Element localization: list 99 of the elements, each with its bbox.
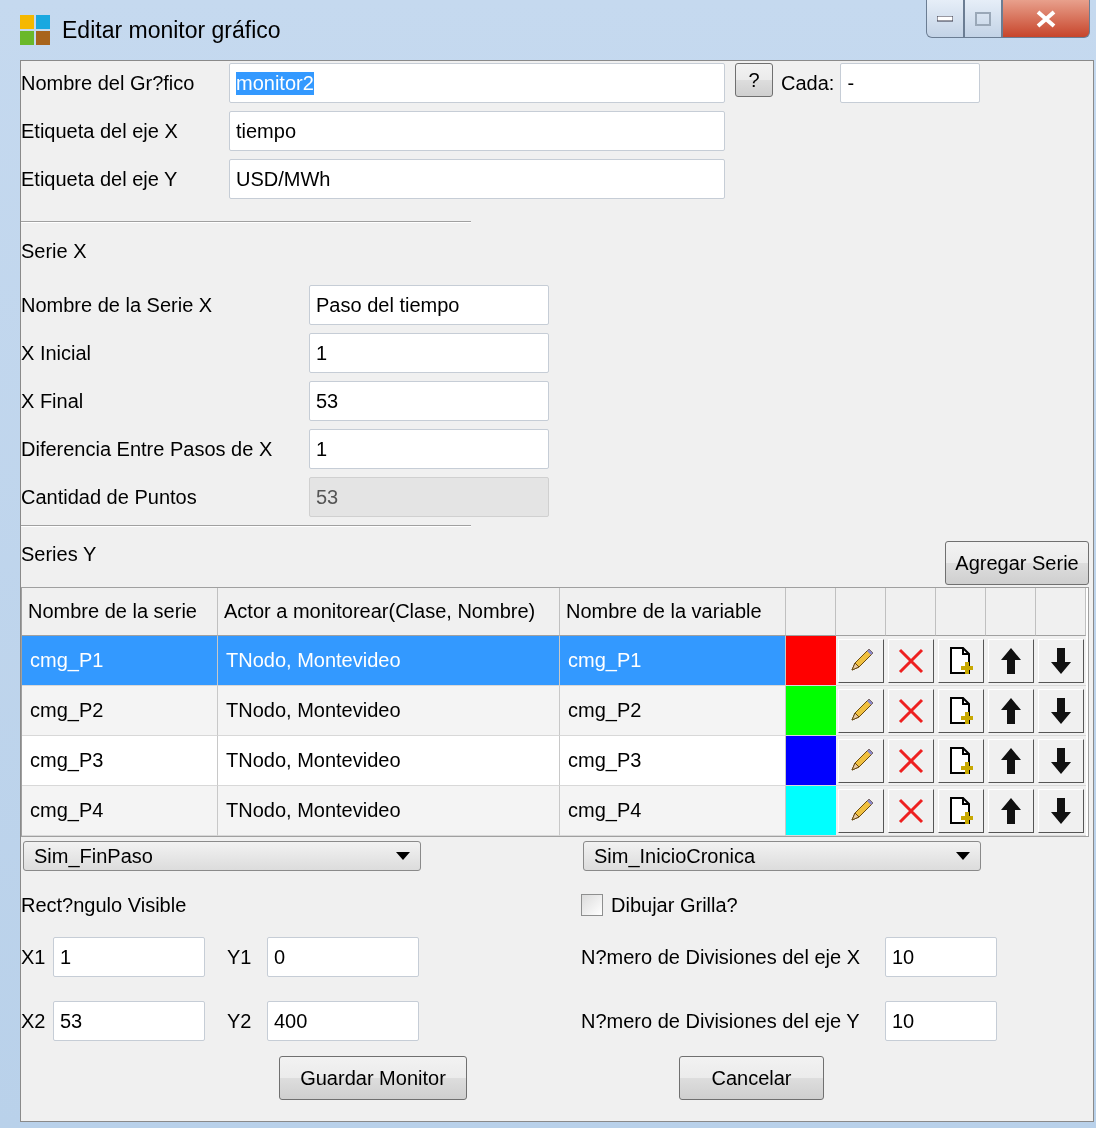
text-field[interactable]: 1 (309, 333, 549, 373)
color-swatch[interactable] (786, 736, 836, 786)
field-label: Etiqueta del eje Y (21, 167, 179, 191)
app-icon (20, 15, 50, 45)
move-up-button[interactable] (988, 788, 1034, 833)
table-cell[interactable]: cmg_P4 (560, 786, 786, 836)
close-button[interactable] (1002, 0, 1090, 38)
move-up-button[interactable] (988, 638, 1034, 683)
duplicate-button[interactable] (938, 738, 984, 783)
section-title: Series Y (21, 543, 97, 566)
edit-button[interactable] (838, 788, 884, 833)
color-swatch[interactable] (786, 636, 836, 686)
arrow-down-icon (1049, 695, 1073, 726)
edit-button[interactable] (838, 738, 884, 783)
cancel-button[interactable]: Cancelar (679, 1056, 824, 1100)
add-series-button[interactable]: Agregar Serie (945, 541, 1089, 585)
text-field[interactable]: 10 (885, 1001, 997, 1041)
close-icon (897, 646, 925, 675)
text-field[interactable]: 400 (267, 1001, 419, 1041)
text-field[interactable]: - (840, 63, 981, 103)
field-label: X1 (21, 945, 47, 969)
checkbox[interactable] (581, 894, 603, 916)
maximize-button[interactable] (964, 0, 1002, 38)
close-icon (897, 796, 925, 825)
duplicate-button[interactable] (938, 788, 984, 833)
move-down-button[interactable] (1038, 638, 1084, 683)
arrow-down-icon (1049, 745, 1073, 776)
edit-button[interactable] (838, 688, 884, 733)
field-label: X Final (21, 389, 85, 413)
table-cell[interactable]: cmg_P2 (22, 686, 218, 736)
minimize-button[interactable] (926, 0, 964, 38)
duplicate-button[interactable] (938, 688, 984, 733)
move-down-button[interactable] (1038, 688, 1084, 733)
text-field[interactable]: tiempo (229, 111, 725, 151)
text-field[interactable]: Paso del tiempo (309, 285, 549, 325)
table-cell[interactable]: TNodo, Montevideo (218, 786, 560, 836)
caret-icon (396, 852, 410, 860)
field-label: Diferencia Entre Pasos de X (21, 437, 274, 461)
table-cell[interactable]: cmg_P4 (22, 786, 218, 836)
field-label: N?mero de Divisiones del eje Y (581, 1009, 861, 1033)
dropdown[interactable]: Sim_FinPaso (23, 841, 421, 871)
arrow-down-icon (1049, 795, 1073, 826)
field-label: Cantidad de Puntos (21, 485, 198, 509)
close-icon (1035, 9, 1057, 28)
text-field[interactable]: USD/MWh (229, 159, 725, 199)
field-label: Nombre del Gr?fico (21, 71, 196, 95)
delete-button[interactable] (888, 688, 934, 733)
move-up-button[interactable] (988, 738, 1034, 783)
column-header (786, 588, 836, 636)
field-label: Nombre de la Serie X (21, 293, 214, 317)
window-title: Editar monitor gráfico (62, 16, 281, 44)
table-cell[interactable]: cmg_P3 (560, 736, 786, 786)
help-button[interactable]: ? (735, 63, 773, 97)
table-cell[interactable]: cmg_P2 (560, 686, 786, 736)
column-header: Actor a monitorear(Clase, Nombre) (218, 588, 560, 636)
dropdown[interactable]: Sim_InicioCronica (583, 841, 981, 871)
move-down-button[interactable] (1038, 738, 1084, 783)
field-label: N?mero de Divisiones del eje X (581, 945, 862, 969)
color-swatch[interactable] (786, 786, 836, 836)
checkbox-label: Dibujar Grilla? (611, 893, 738, 917)
field-label: Cada: (781, 71, 835, 95)
minimize-icon (937, 15, 953, 22)
delete-button[interactable] (888, 738, 934, 783)
document-add-icon (947, 745, 975, 776)
document-add-icon (947, 695, 975, 726)
column-header: Nombre de la serie (22, 588, 218, 636)
delete-button[interactable] (888, 638, 934, 683)
color-swatch[interactable] (786, 686, 836, 736)
document-add-icon (947, 645, 975, 676)
edit-button[interactable] (838, 638, 884, 683)
column-header: Nombre de la variable (560, 588, 786, 636)
text-field: 53 (309, 477, 549, 517)
text-field[interactable]: 53 (53, 1001, 205, 1041)
field-label: X Inicial (21, 341, 93, 365)
document-add-icon (947, 795, 975, 826)
move-down-button[interactable] (1038, 788, 1084, 833)
table-cell[interactable]: TNodo, Montevideo (218, 686, 560, 736)
field-label: Etiqueta del eje X (21, 119, 179, 143)
section-title: Serie X (21, 239, 87, 263)
text-field[interactable]: 0 (267, 937, 419, 977)
delete-button[interactable] (888, 788, 934, 833)
text-field[interactable]: 1 (53, 937, 205, 977)
text-field[interactable]: 53 (309, 381, 549, 421)
close-icon (897, 746, 925, 775)
section-title: Rect?ngulo Visible (21, 893, 188, 917)
caret-icon (956, 852, 970, 860)
duplicate-button[interactable] (938, 638, 984, 683)
table-cell[interactable]: cmg_P3 (22, 736, 218, 786)
field-label: Y2 (227, 1009, 253, 1033)
field-label: Y1 (227, 945, 253, 969)
table-cell[interactable]: TNodo, Montevideo (218, 736, 560, 786)
text-field[interactable]: 10 (885, 937, 997, 977)
close-icon (897, 696, 925, 725)
save-button[interactable]: Guardar Monitor (279, 1056, 467, 1100)
text-field[interactable]: 1 (309, 429, 549, 469)
move-up-button[interactable] (988, 688, 1034, 733)
field-label: X2 (21, 1009, 47, 1033)
arrow-down-icon (1049, 645, 1073, 676)
maximize-icon (975, 11, 991, 26)
